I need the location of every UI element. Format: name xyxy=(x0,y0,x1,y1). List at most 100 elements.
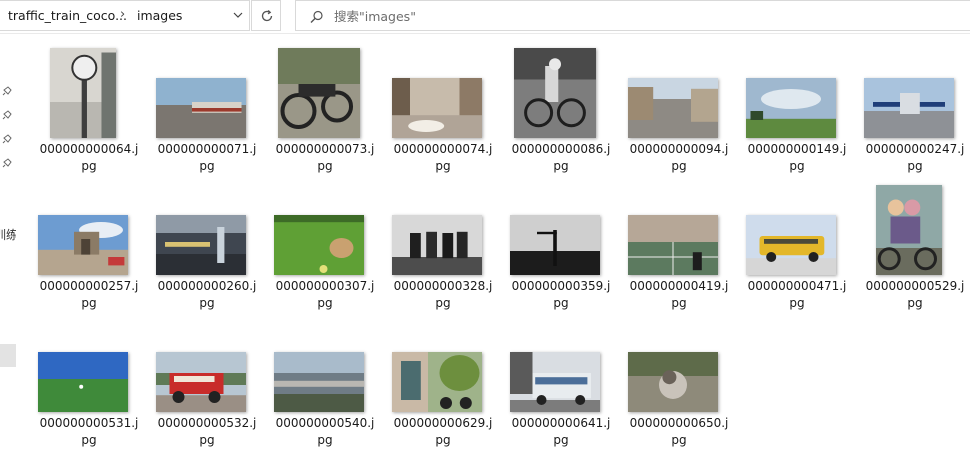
pin-icon[interactable] xyxy=(2,84,14,96)
toolbar: traffic_train_coco... › images xyxy=(0,0,970,33)
breadcrumb-current[interactable]: images xyxy=(137,8,182,23)
file-name-line2: pg xyxy=(435,159,451,173)
file-name-line2: pg xyxy=(671,296,687,310)
file-name: 000000000531.j pg xyxy=(30,415,148,449)
address-dropdown-button[interactable] xyxy=(227,1,249,30)
file-name-line2: pg xyxy=(81,159,97,173)
file-item[interactable]: 000000000257.j pg xyxy=(30,181,148,311)
file-name-line1: 000000000094.j xyxy=(629,142,729,156)
file-item[interactable]: 000000000532.j pg xyxy=(148,318,266,448)
file-name: 000000000149.j pg xyxy=(738,141,856,175)
monument-plaza-thumbnail xyxy=(38,215,128,275)
terminal-interior-thumbnail xyxy=(156,215,246,275)
airplane-thumbnail xyxy=(864,78,954,138)
file-name-line1: 000000000328.j xyxy=(393,279,493,293)
file-item[interactable]: 000000000247.j pg xyxy=(856,44,970,174)
file-name: 000000000471.j pg xyxy=(738,278,856,312)
chevron-down-icon xyxy=(233,12,243,18)
city-street-thumbnail xyxy=(628,78,718,138)
file-item[interactable]: 000000000071.j pg xyxy=(148,44,266,174)
airport-aerial-thumbnail xyxy=(274,352,364,412)
file-item[interactable]: 000000000629.j pg xyxy=(384,318,502,448)
search-box[interactable] xyxy=(295,0,970,31)
file-item[interactable]: 000000000531.j pg xyxy=(30,318,148,448)
mural-motorcycle-thumbnail xyxy=(392,352,482,412)
thumbnail-container xyxy=(266,181,384,277)
nav-selected-item[interactable] xyxy=(0,344,16,367)
pin-icon[interactable] xyxy=(2,156,14,168)
thumbnail-container xyxy=(384,181,502,277)
file-name: 000000000074.j pg xyxy=(384,141,502,175)
file-name-line2: pg xyxy=(81,433,97,447)
nav-item-label: 训练 xyxy=(0,228,16,242)
file-item[interactable]: 000000000074.j pg xyxy=(384,44,502,174)
file-name-line2: pg xyxy=(199,296,215,310)
file-name: 000000000419.j pg xyxy=(620,278,738,312)
file-item[interactable]: 000000000073.j pg xyxy=(266,44,384,174)
file-item[interactable]: 000000000471.j pg xyxy=(738,181,856,311)
file-name-line1: 000000000247.j xyxy=(865,142,965,156)
thumbnail-container xyxy=(620,181,738,277)
file-name-line2: pg xyxy=(671,159,687,173)
thumbnail-container xyxy=(738,44,856,140)
thumbnail-container xyxy=(148,44,266,140)
thumbnail-container xyxy=(620,44,738,140)
train-station-thumbnail xyxy=(156,78,246,138)
file-name-line1: 000000000359.j xyxy=(511,279,611,293)
file-name: 000000000094.j pg xyxy=(620,141,738,175)
file-name-line2: pg xyxy=(199,433,215,447)
traffic-light-silhouette-thumbnail xyxy=(510,215,600,275)
file-name-line2: pg xyxy=(789,159,805,173)
file-name: 000000000073.j pg xyxy=(266,141,384,175)
file-item[interactable]: 000000000149.j pg xyxy=(738,44,856,174)
file-item[interactable]: 000000000307.j pg xyxy=(266,181,384,311)
file-item[interactable]: 000000000260.j pg xyxy=(148,181,266,311)
address-bar[interactable]: traffic_train_coco... › images xyxy=(0,0,250,31)
file-name-line2: pg xyxy=(317,296,333,310)
breadcrumb-parent[interactable]: traffic_train_coco... xyxy=(8,8,127,23)
file-name: 000000000529.j pg xyxy=(856,278,970,312)
file-name-line1: 000000000529.j xyxy=(865,279,965,293)
file-name-line2: pg xyxy=(317,433,333,447)
file-item[interactable]: 000000000650.j pg xyxy=(620,318,738,448)
pin-icon[interactable] xyxy=(2,132,14,144)
search-icon xyxy=(310,10,323,23)
red-truck-thumbnail xyxy=(156,352,246,412)
file-item[interactable]: 000000000529.j pg xyxy=(856,181,970,311)
file-name-line2: pg xyxy=(553,159,569,173)
file-name-line2: pg xyxy=(317,159,333,173)
navigation-pane: 训练 xyxy=(0,34,16,467)
file-name: 000000000540.j pg xyxy=(266,415,384,449)
file-name-line1: 000000000531.j xyxy=(39,416,139,430)
baseball-field-thumbnail xyxy=(38,352,128,412)
refresh-button[interactable] xyxy=(251,0,281,31)
file-item[interactable]: 000000000641.j pg xyxy=(502,318,620,448)
file-name-line1: 000000000307.j xyxy=(275,279,375,293)
file-name: 000000000247.j pg xyxy=(856,141,970,175)
file-item[interactable]: 000000000086.j pg xyxy=(502,44,620,174)
file-item[interactable]: 000000000540.j pg xyxy=(266,318,384,448)
thumbnail-container xyxy=(30,44,148,140)
file-item[interactable]: 000000000359.j pg xyxy=(502,181,620,311)
file-name-line1: 000000000074.j xyxy=(393,142,493,156)
search-input[interactable] xyxy=(334,6,734,26)
man-bicycle-thumbnail xyxy=(514,48,596,138)
file-item[interactable]: 000000000064.j pg xyxy=(30,44,148,174)
pin-icon[interactable] xyxy=(2,108,14,120)
thumbnail-container xyxy=(266,318,384,414)
thumbnail-container xyxy=(148,181,266,277)
thumbnail-container xyxy=(384,44,502,140)
file-item[interactable]: 000000000419.j pg xyxy=(620,181,738,311)
file-name-line2: pg xyxy=(907,159,923,173)
file-name: 000000000359.j pg xyxy=(502,278,620,312)
breadcrumb-chevron-icon[interactable]: › xyxy=(120,7,125,22)
file-name-line2: pg xyxy=(553,433,569,447)
dog-grass-thumbnail xyxy=(274,215,364,275)
file-name: 000000000086.j pg xyxy=(502,141,620,175)
file-item[interactable]: 000000000094.j pg xyxy=(620,44,738,174)
file-item[interactable]: 000000000328.j pg xyxy=(384,181,502,311)
file-name-line2: pg xyxy=(199,159,215,173)
nav-item-clipped[interactable]: 训练 xyxy=(0,226,16,243)
cat-car-thumbnail xyxy=(628,352,718,412)
file-name-line2: pg xyxy=(81,296,97,310)
